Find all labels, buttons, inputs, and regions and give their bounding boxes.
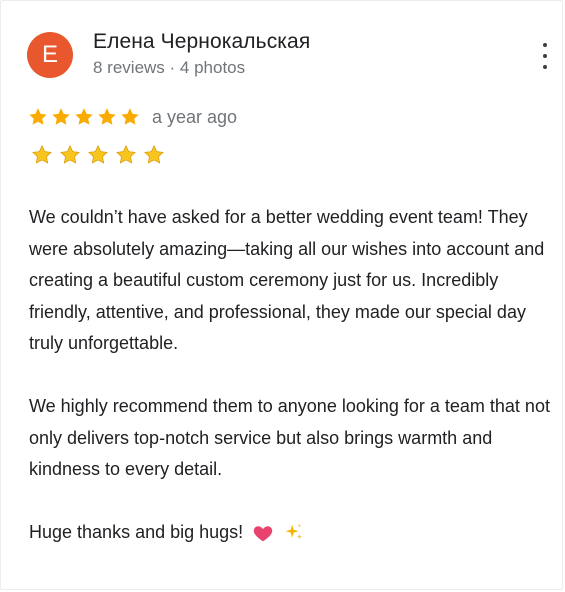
star-emoji-icon bbox=[116, 144, 136, 164]
heart-emoji-icon bbox=[253, 526, 273, 542]
star-icon bbox=[75, 108, 93, 125]
review-text: We couldn’t have asked for a better wedd… bbox=[29, 202, 559, 549]
star-emoji-icon bbox=[60, 144, 80, 164]
review-paragraph: We highly recommend them to anyone looki… bbox=[29, 396, 550, 479]
review-card: E Елена Чернокальская 8 reviews · 4 phot… bbox=[0, 0, 563, 590]
star-icon bbox=[98, 108, 116, 125]
star-emoji-icon bbox=[32, 144, 52, 164]
review-closing: Huge thanks and big hugs! bbox=[29, 522, 244, 542]
more-vert-icon[interactable] bbox=[535, 43, 555, 69]
review-time: a year ago bbox=[152, 106, 238, 127]
star-emoji-row bbox=[31, 144, 171, 166]
star-emoji-icon bbox=[88, 144, 108, 164]
reviewer-meta: 8 reviews · 4 photos bbox=[93, 58, 246, 77]
rating-row: a year ago bbox=[27, 106, 237, 128]
star-icon bbox=[29, 108, 47, 125]
avatar-letter: E bbox=[41, 41, 58, 68]
review-paragraph-last: Huge thanks and big hugs! bbox=[29, 517, 559, 549]
review-paragraph: We couldn’t have asked for a better wedd… bbox=[29, 207, 545, 353]
star-emoji-icon bbox=[144, 144, 164, 164]
reviewer-name[interactable]: Елена Чернокальская bbox=[93, 30, 310, 54]
star-icon bbox=[52, 108, 70, 125]
avatar[interactable]: E bbox=[27, 32, 73, 78]
star-icon bbox=[121, 108, 139, 125]
sparkles-emoji-icon bbox=[285, 524, 303, 540]
